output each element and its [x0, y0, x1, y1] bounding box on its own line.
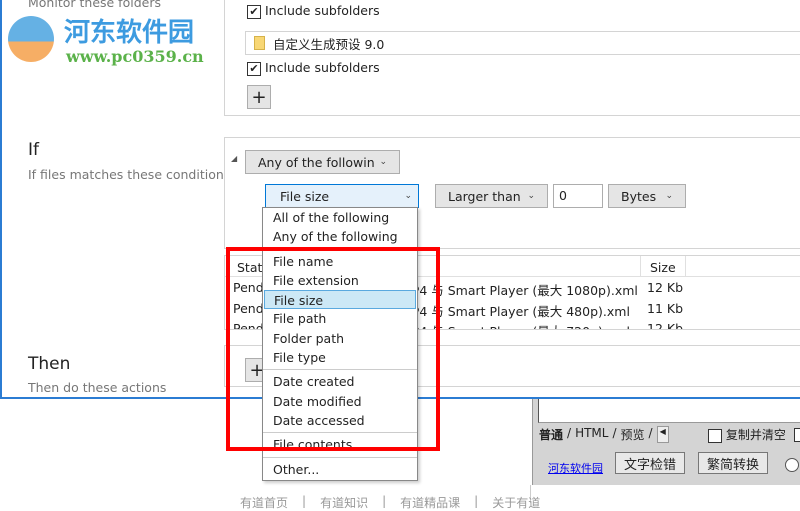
folder-item[interactable]: 自定义生成预设 9.0	[245, 31, 800, 55]
menu-item-any[interactable]: Any of the following	[263, 227, 417, 246]
tab-normal[interactable]: 普通	[539, 426, 563, 443]
include-subfolders-1[interactable]: ✔ Include subfolders	[247, 3, 380, 19]
include-subfolders-2[interactable]: ✔ Include subfolders	[247, 60, 380, 76]
unit-select[interactable]: Bytes ⌄	[608, 184, 686, 208]
size-value-input[interactable]: 0	[553, 184, 603, 208]
field-select[interactable]: File size ⌄	[265, 184, 419, 208]
watermark-logo-icon	[8, 16, 54, 62]
collapse-icon[interactable]: ◢	[231, 154, 237, 163]
checkbox-icon[interactable]: ✔	[247, 4, 261, 19]
editor-text-area[interactable]	[538, 399, 800, 423]
header-size[interactable]: Size	[650, 260, 676, 275]
watermark-url: www.pc0359.cn	[66, 47, 204, 66]
annotation-highlight-box	[226, 247, 440, 451]
convert-button[interactable]: 繁简转换	[698, 452, 768, 474]
checkbox-2[interactable]	[794, 426, 800, 442]
copy-clear-checkbox[interactable]: 复制并清空	[708, 426, 786, 443]
if-subtitle: If files matches these conditions	[28, 167, 231, 182]
spellcheck-button[interactable]: 文字检错	[615, 452, 685, 474]
editor-toolbar: 普通 / HTML / 预览 / ◀ 复制并清空 河东软件园 文字检错 繁简转换	[532, 399, 800, 485]
radio-button[interactable]	[785, 458, 799, 472]
then-title: Then	[28, 354, 71, 374]
chevron-down-icon: ⌄	[379, 157, 387, 167]
scroll-left-icon[interactable]: ◀	[656, 426, 669, 443]
chevron-down-icon: ⌄	[665, 191, 673, 201]
monitor-title: Monitor these folders	[28, 0, 161, 10]
editor-tabs: 普通 / HTML / 预览 / ◀	[539, 426, 669, 443]
tab-preview[interactable]: 预览	[621, 426, 645, 443]
menu-item-all[interactable]: All of the following	[263, 208, 417, 227]
add-folder-button[interactable]: +	[247, 85, 271, 109]
menu-item-other[interactable]: Other...	[263, 460, 417, 479]
chevron-down-icon: ⌄	[404, 191, 412, 201]
folder-icon	[254, 36, 265, 50]
then-subtitle: Then do these actions	[28, 380, 167, 395]
operator-select[interactable]: Larger than ⌄	[435, 184, 548, 208]
tab-html[interactable]: HTML	[575, 426, 608, 443]
watermark-name: 河东软件园	[64, 18, 195, 48]
checkbox-icon[interactable]: ✔	[247, 61, 261, 76]
chevron-down-icon: ⌄	[527, 191, 535, 201]
if-title: If	[28, 140, 39, 160]
group-select[interactable]: Any of the followin ⌄	[245, 150, 400, 174]
hedong-link[interactable]: 河东软件园	[548, 460, 603, 476]
folders-panel: ✔ Include subfolders 自定义生成预设 9.0 ✔ Inclu…	[224, 0, 800, 116]
